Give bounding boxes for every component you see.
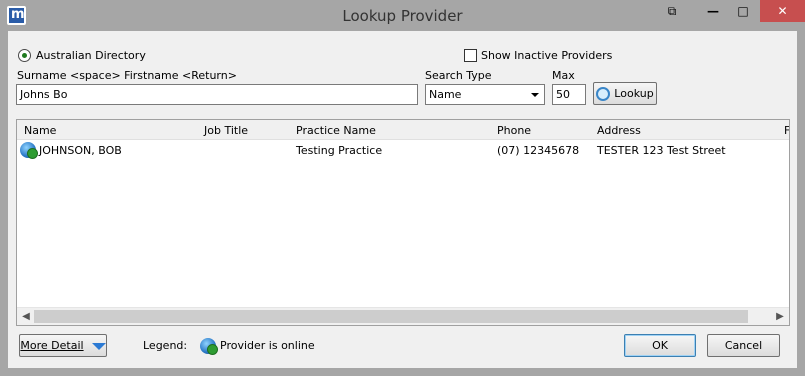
col-phone[interactable]: Phone [497, 124, 531, 137]
cell-name: JOHNSON, BOB [39, 144, 122, 157]
dialog-body: Australian Directory Show Inactive Provi… [8, 31, 797, 368]
scroll-left-icon[interactable]: ◀ [18, 309, 34, 325]
table-row[interactable]: JOHNSON, BOB Testing Practice (07) 12345… [17, 140, 789, 160]
col-name[interactable]: Name [24, 124, 56, 137]
cancel-button[interactable]: Cancel [707, 334, 780, 357]
name-field-label: Surname <space> Firstname <Return> [17, 69, 237, 82]
australian-directory-radio[interactable] [18, 49, 31, 62]
col-job-title[interactable]: Job Title [204, 124, 248, 137]
col-address[interactable]: Address [597, 124, 641, 137]
search-type-label: Search Type [425, 69, 492, 82]
legend-label: Legend: [143, 339, 188, 352]
legend-online-text: Provider is online [220, 339, 315, 352]
title-bar: m Lookup Provider ⧉ — □ ✕ [0, 0, 805, 30]
ok-button[interactable]: OK [624, 334, 696, 357]
lookup-provider-window: m Lookup Provider ⧉ — □ ✕ Australian Dir… [0, 0, 805, 376]
cell-practice: Testing Practice [296, 144, 383, 157]
more-detail-button[interactable]: More Detail [19, 334, 107, 357]
online-globe-icon [20, 142, 38, 159]
restore-icon[interactable]: ⧉ [662, 0, 682, 22]
cell-phone: (07) 12345678 [497, 144, 580, 157]
more-detail-label: More Detail [20, 339, 84, 352]
show-inactive-label: Show Inactive Providers [481, 49, 613, 62]
max-results-input[interactable]: 50 [552, 84, 586, 105]
chevron-down-icon [91, 342, 106, 350]
maximize-button[interactable]: □ [733, 0, 753, 22]
grid-header: Name Job Title Practice Name Phone Addre… [17, 120, 789, 140]
results-grid: Name Job Title Practice Name Phone Addre… [16, 119, 790, 326]
show-inactive-checkbox[interactable] [464, 49, 477, 62]
max-label: Max [552, 69, 575, 82]
scroll-thumb[interactable] [34, 310, 748, 323]
cell-address: TESTER 123 Test Street [597, 144, 726, 157]
lookup-button[interactable]: Lookup [593, 82, 657, 105]
scroll-right-icon[interactable]: ▶ [772, 309, 788, 325]
minimize-button[interactable]: — [703, 0, 723, 22]
chevron-down-icon [531, 93, 539, 97]
name-search-input[interactable]: Johns Bo [16, 84, 418, 105]
search-type-value: Name [429, 88, 462, 101]
lookup-button-label: Lookup [614, 87, 654, 100]
australian-directory-label: Australian Directory [36, 49, 146, 62]
close-button[interactable]: ✕ [760, 0, 805, 22]
search-type-select[interactable]: Name [425, 84, 545, 105]
col-truncated[interactable]: F [784, 124, 789, 137]
window-title: Lookup Provider [342, 7, 463, 25]
magnifier-icon [596, 87, 611, 101]
col-practice-name[interactable]: Practice Name [296, 124, 376, 137]
horizontal-scrollbar[interactable]: ◀ ▶ [17, 307, 789, 325]
online-globe-icon [200, 338, 218, 355]
